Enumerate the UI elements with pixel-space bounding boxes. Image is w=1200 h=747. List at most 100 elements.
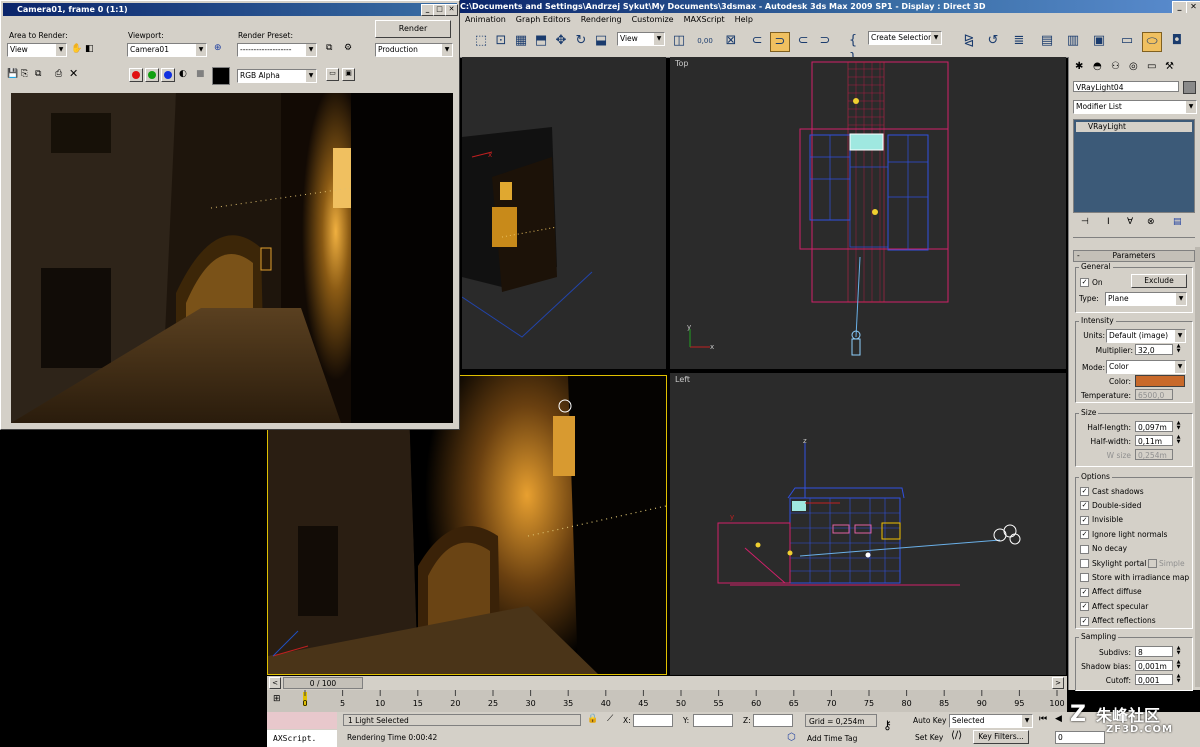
multiplier-field[interactable]: 32,0: [1135, 344, 1173, 355]
half-width-spinner[interactable]: ▲ ▼: [1175, 435, 1182, 446]
configure-modifier-sets-icon[interactable]: ▤: [1173, 217, 1182, 227]
cutoff-spinner[interactable]: ▲ ▼: [1175, 674, 1182, 685]
half-length-spinner[interactable]: ▲ ▼: [1175, 421, 1182, 432]
save-image-icon[interactable]: 💾: [7, 69, 18, 79]
option-checkbox[interactable]: ✓: [1080, 616, 1089, 626]
select-region-icon[interactable]: ⬚: [472, 32, 490, 50]
cutoff-field[interactable]: 0,001: [1135, 674, 1173, 685]
monochrome-icon[interactable]: ■: [196, 69, 205, 79]
time-prev-icon[interactable]: <: [269, 677, 281, 689]
subdivs-spinner[interactable]: ▲ ▼: [1175, 646, 1182, 657]
remove-modifier-icon[interactable]: ⊗: [1147, 217, 1155, 227]
shadow-bias-spinner[interactable]: ▲ ▼: [1175, 660, 1182, 671]
option-checkbox[interactable]: ✓: [1080, 530, 1089, 540]
make-unique-icon[interactable]: ∀: [1127, 217, 1133, 227]
pin-stack-icon[interactable]: ⊣: [1081, 217, 1089, 227]
modifier-list-dropdown[interactable]: Modifier List ▼: [1073, 100, 1197, 114]
motion-tab-icon[interactable]: ◎: [1129, 61, 1138, 72]
pan-hand-icon[interactable]: ✋: [71, 44, 82, 54]
x-coordinate-field[interactable]: [633, 714, 673, 727]
curve-editor-icon[interactable]: ▤: [1038, 32, 1056, 50]
utilities-tab-icon[interactable]: ⚒: [1165, 61, 1174, 72]
pivot-icon[interactable]: ◫: [670, 32, 688, 50]
render-button[interactable]: Render: [375, 20, 451, 38]
environment-icon[interactable]: ⚙: [344, 43, 352, 53]
z-coordinate-field[interactable]: [753, 714, 793, 727]
menu-graph-editors[interactable]: Graph Editors: [516, 15, 571, 24]
snap-toggle-icon[interactable]: ⊂: [748, 32, 766, 50]
show-end-result-icon[interactable]: I: [1107, 217, 1110, 227]
render-setup-small-icon[interactable]: ⧉: [326, 43, 332, 53]
object-name-field[interactable]: VRayLight04: [1073, 81, 1179, 92]
light-color-swatch[interactable]: [1135, 375, 1185, 387]
clone-window-icon[interactable]: ⧉: [35, 69, 41, 79]
select-object-icon[interactable]: ▦: [512, 32, 530, 50]
subdivs-field[interactable]: 8: [1135, 646, 1173, 657]
spinner-snap-icon[interactable]: ⊃: [816, 32, 834, 50]
half-width-field[interactable]: 0,11m: [1135, 435, 1173, 446]
option-checkbox[interactable]: ✓: [1080, 515, 1089, 525]
copy-image-icon[interactable]: ⎘: [21, 69, 28, 79]
percent-snap-icon[interactable]: ⊂: [794, 32, 812, 50]
red-channel-toggle[interactable]: [129, 68, 143, 82]
on-checkbox[interactable]: ✓: [1080, 278, 1089, 287]
shadow-bias-field[interactable]: 0,001m: [1135, 660, 1173, 671]
units-dropdown[interactable]: Default (image) ▼: [1106, 329, 1186, 343]
perspective-viewport[interactable]: x: [462, 57, 666, 369]
option-checkbox[interactable]: [1080, 544, 1089, 554]
render-window-close-button[interactable]: ✕: [445, 4, 458, 16]
parameters-rollout-header[interactable]: - Parameters: [1073, 250, 1195, 262]
menu-help[interactable]: Help: [735, 15, 753, 24]
color-swatch[interactable]: [212, 67, 230, 85]
half-length-field[interactable]: 0,097m: [1135, 421, 1173, 432]
layer-manager-icon[interactable]: ≣: [1010, 32, 1028, 50]
blue-channel-toggle[interactable]: [161, 68, 175, 82]
multiplier-spinner[interactable]: ▲ ▼: [1175, 344, 1182, 355]
time-slider-thumb[interactable]: 0 / 100: [283, 677, 363, 689]
edit-named-sets-icon[interactable]: { }: [844, 32, 862, 66]
minimize-button[interactable]: _: [1172, 1, 1187, 13]
align-icon[interactable]: ↺: [984, 32, 1002, 50]
object-color-swatch[interactable]: [1183, 81, 1196, 94]
print-icon[interactable]: ⎙: [55, 69, 62, 79]
auto-key-button[interactable]: Auto Key: [913, 716, 946, 725]
close-button[interactable]: ✕: [1186, 1, 1200, 13]
track-bar[interactable]: ⊞ 0 5 10 15 20 25 30 35 40 45 50 55 60 65 70 75 80 85 90 95…: [267, 690, 1067, 712]
auto-key-mode-dropdown[interactable]: Selected ▼: [949, 714, 1033, 728]
window-crossing-icon[interactable]: ⊡: [492, 32, 510, 50]
material-editor-icon[interactable]: ▣: [1090, 32, 1108, 50]
named-selection-dropdown[interactable]: Create Selection Se ▼: [868, 31, 942, 45]
y-coordinate-field[interactable]: [693, 714, 733, 727]
option-checkbox[interactable]: [1080, 573, 1089, 583]
display-tab-icon[interactable]: ▭: [1147, 61, 1156, 72]
render-preset-dropdown[interactable]: ------------------- ▼: [237, 43, 317, 57]
option-checkbox[interactable]: ✓: [1080, 587, 1089, 597]
rendered-frame-window-icon[interactable]: ⬭: [1142, 32, 1162, 52]
rotate-icon[interactable]: ↻: [572, 32, 590, 50]
hierarchy-tab-icon[interactable]: ⚇: [1111, 61, 1120, 72]
production-dropdown[interactable]: Production ▼: [375, 43, 453, 57]
menu-rendering[interactable]: Rendering: [581, 15, 622, 24]
option-checkbox[interactable]: ✓: [1080, 602, 1089, 612]
reference-coordinate-dropdown[interactable]: View ▼: [617, 32, 665, 46]
alpha-channel-icon[interactable]: ◐: [179, 69, 187, 79]
auto-region-icon[interactable]: ◧: [85, 44, 94, 54]
clear-icon[interactable]: ✕: [69, 67, 78, 80]
toggle-ui-overlay-icon[interactable]: ▭: [326, 68, 339, 81]
display-channel-dropdown[interactable]: RGB Alpha ▼: [237, 69, 317, 83]
maxscript-input[interactable]: AXScript.: [267, 730, 337, 747]
move-icon[interactable]: ✥: [552, 32, 570, 50]
key-filter-icon[interactable]: ⟨∕⟩: [951, 730, 962, 741]
time-next-icon[interactable]: >: [1052, 677, 1064, 689]
menu-animation[interactable]: Animation: [465, 15, 506, 24]
menu-customize[interactable]: Customize: [632, 15, 674, 24]
set-key-button[interactable]: Set Key: [915, 733, 943, 742]
prev-frame-icon[interactable]: ◀: [1055, 714, 1062, 724]
create-tab-icon[interactable]: ✱: [1075, 61, 1083, 72]
exclude-button[interactable]: Exclude: [1131, 274, 1187, 288]
command-panel-scrollbar[interactable]: [1195, 247, 1200, 687]
mode-dropdown[interactable]: Color ▼: [1106, 360, 1186, 374]
top-viewport[interactable]: Top x y: [670, 57, 1066, 369]
lock-selection-icon[interactable]: 🔒: [587, 714, 598, 724]
schematic-view-icon[interactable]: ▥: [1064, 32, 1082, 50]
